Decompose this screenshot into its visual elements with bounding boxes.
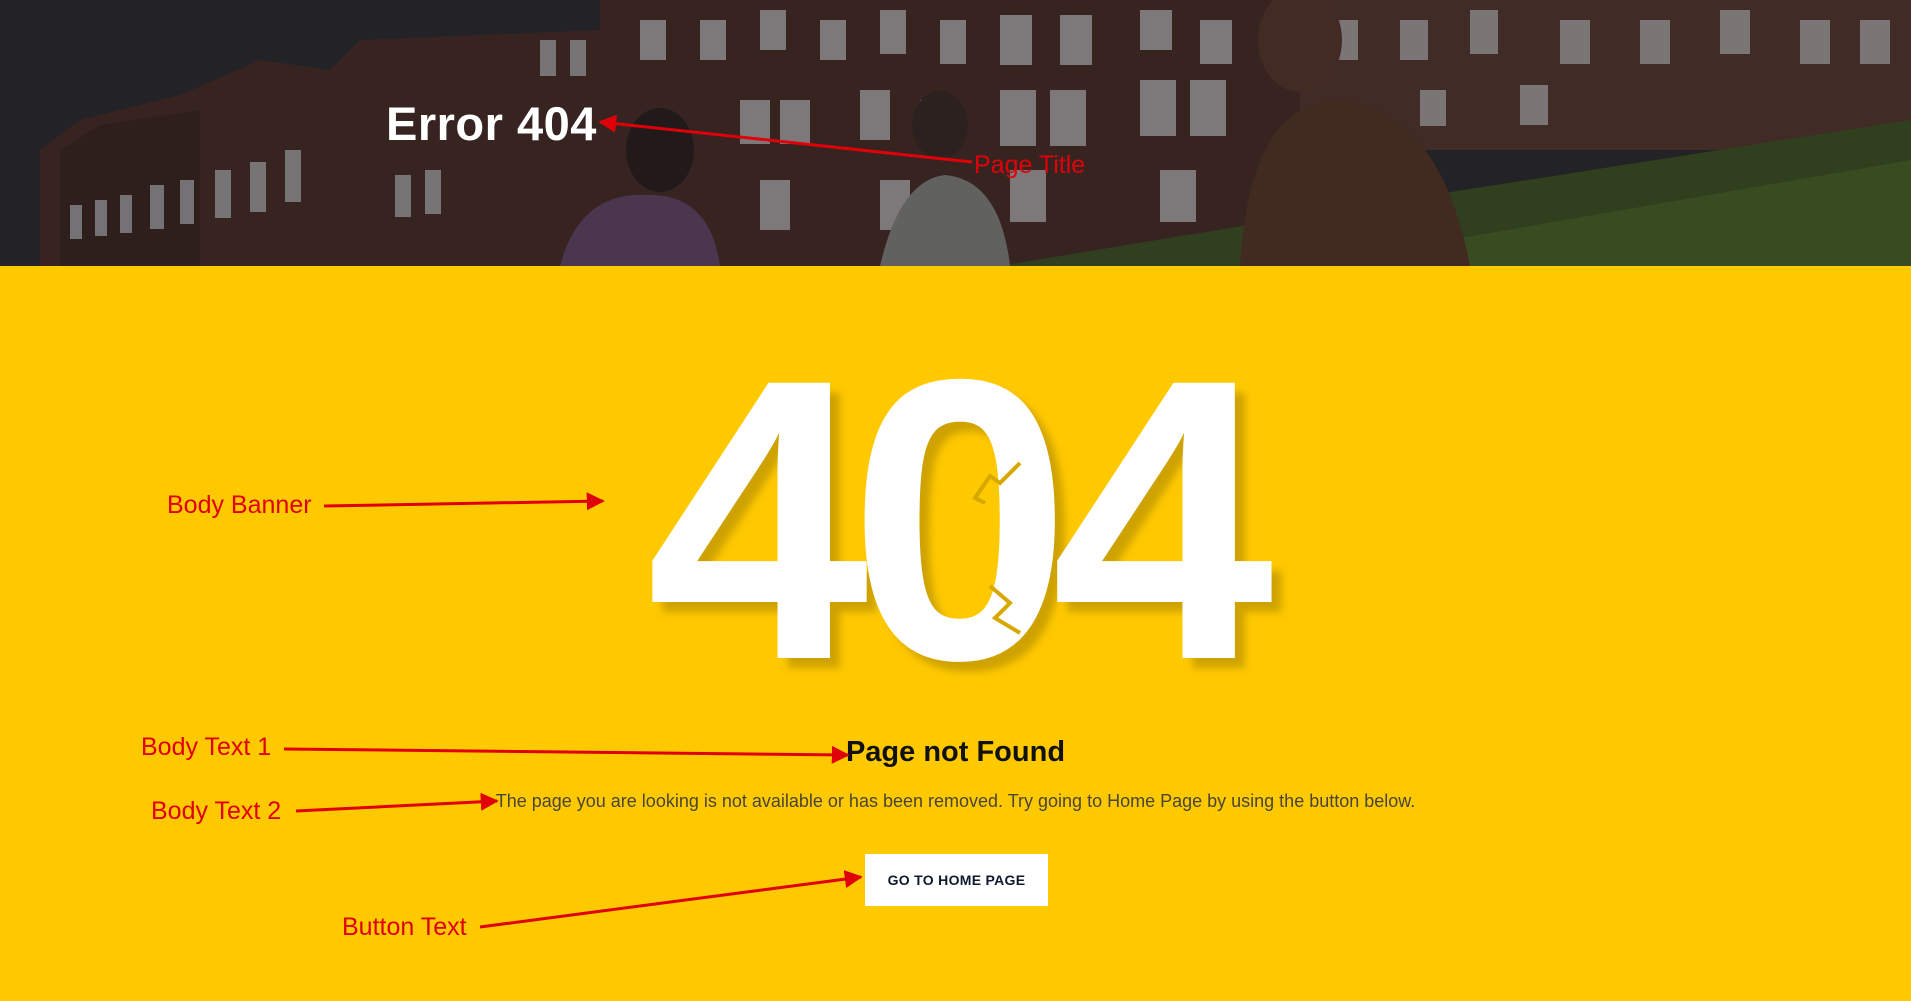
annotation-body-banner: Body Banner	[167, 491, 312, 519]
page-title: Error 404	[386, 97, 597, 150]
main-content: 404 Page not Found The page you are look…	[0, 266, 1911, 1001]
body-banner-404: 404	[646, 358, 1296, 678]
annotation-button-text: Button Text	[342, 913, 467, 941]
annotation-page-title: Page Title	[974, 151, 1086, 179]
annotation-body-text-1: Body Text 1	[141, 733, 272, 761]
go-to-home-page-button[interactable]: GO TO HOME PAGE	[865, 854, 1048, 906]
hero-overlay	[0, 0, 1911, 266]
annotation-body-text-2: Body Text 2	[151, 797, 282, 825]
banner-404-text: 404	[646, 358, 1276, 678]
page-not-found-heading: Page not Found	[845, 736, 1066, 768]
hero-banner: Error 404	[0, 0, 1911, 266]
error-message: The page you are looking is not availabl…	[495, 791, 1416, 811]
